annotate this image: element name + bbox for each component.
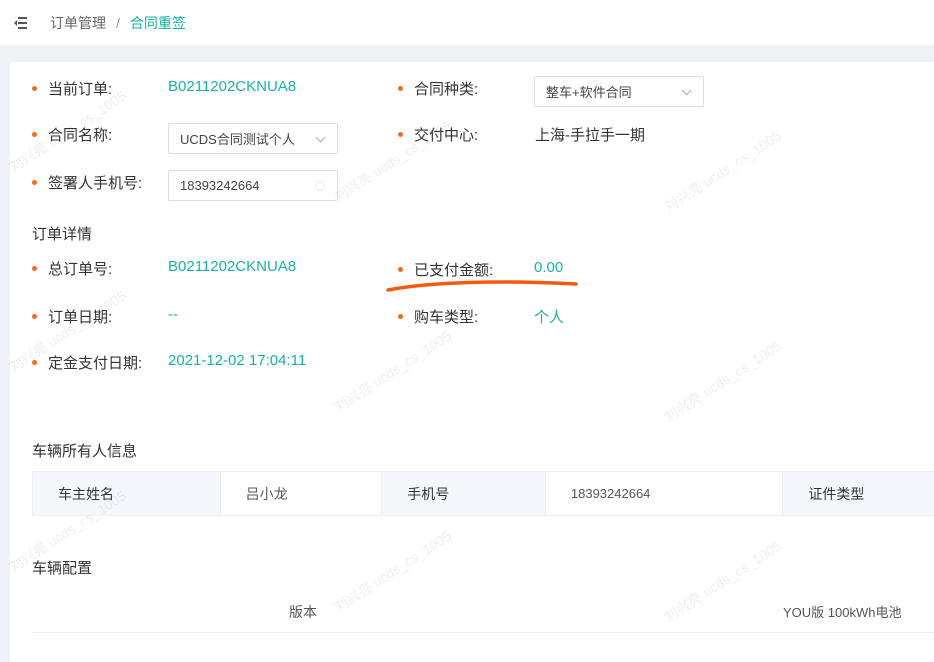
signer-phone-row: 签署人手机号: bbox=[32, 172, 142, 193]
contract-name-select[interactable]: UCDS合同测试个人 bbox=[168, 123, 338, 154]
purchase-type-label: 购车类型: bbox=[414, 309, 479, 326]
bullet-dot bbox=[32, 314, 37, 319]
contract-type-selected-value: 整车+软件合同 bbox=[546, 85, 632, 100]
chevron-down-icon bbox=[681, 85, 692, 96]
current-order-row: 当前订单: bbox=[32, 78, 112, 99]
owner-phone-header: 手机号 bbox=[382, 472, 546, 515]
order-date-label: 订单日期: bbox=[48, 309, 113, 326]
total-order-label: 总订单号: bbox=[48, 261, 113, 278]
signer-phone-label: 签署人手机号: bbox=[48, 175, 143, 192]
bullet-dot bbox=[32, 360, 37, 365]
breadcrumb-current: 合同重签 bbox=[129, 14, 186, 31]
deposit-date-label: 定金支付日期: bbox=[48, 355, 143, 372]
delivery-center-value: 上海-手拉手一期 bbox=[535, 127, 645, 144]
deposit-date-value: 2021-12-02 17:04:11 bbox=[168, 352, 307, 369]
signer-phone-input-value: 18393242664 bbox=[180, 178, 260, 193]
vehicle-config-title: 车辆配置 bbox=[32, 560, 93, 577]
version-value: YOU版 100kWh电池 bbox=[783, 605, 902, 620]
owner-name-value: 吕小龙 bbox=[220, 472, 383, 515]
paid-amount-row: 已支付金额: bbox=[398, 259, 493, 280]
bullet-dot bbox=[32, 266, 37, 271]
menu-collapse-icon[interactable] bbox=[14, 15, 32, 31]
vehicle-config-row: 版本 YOU版 100kWh电池 bbox=[32, 594, 934, 633]
contract-type-label: 合同种类: bbox=[414, 81, 479, 98]
current-order-value: B0211202CKNUA8 bbox=[168, 78, 297, 95]
owner-phone-value: 18393242664 bbox=[545, 472, 784, 515]
owner-name-header: 车主姓名 bbox=[33, 472, 221, 515]
clear-icon[interactable] bbox=[315, 181, 325, 191]
contract-type-row: 合同种类: bbox=[398, 78, 478, 99]
purchase-type-value: 个人 bbox=[534, 309, 565, 326]
contract-name-label: 合同名称: bbox=[48, 127, 113, 144]
bullet-dot bbox=[398, 132, 403, 137]
bullet-dot bbox=[398, 86, 403, 91]
breadcrumb-separator: / bbox=[116, 14, 120, 31]
order-date-value: -- bbox=[168, 306, 178, 323]
bullet-dot bbox=[398, 267, 403, 272]
order-details-title: 订单详情 bbox=[32, 226, 93, 243]
contract-name-selected-value: UCDS合同测试个人 bbox=[180, 132, 295, 147]
deposit-date-row: 定金支付日期: bbox=[32, 352, 142, 373]
bullet-dot bbox=[398, 314, 403, 319]
total-order-value: B0211202CKNUA8 bbox=[168, 258, 297, 275]
owner-info-title: 车辆所有人信息 bbox=[32, 443, 138, 460]
contract-type-select[interactable]: 整车+软件合同 bbox=[534, 76, 704, 107]
bullet-dot bbox=[32, 86, 37, 91]
delivery-center-label: 交付中心: bbox=[414, 127, 479, 144]
id-type-header: 证件类型 bbox=[783, 472, 934, 515]
vehicle-config-next-row bbox=[32, 635, 934, 662]
current-order-label: 当前订单: bbox=[48, 81, 113, 98]
content-panel: 当前订单: B0211202CKNUA8 合同种类: 整车+软件合同 合同名称:… bbox=[10, 62, 934, 662]
paid-amount-label: 已支付金额: bbox=[414, 262, 494, 279]
signer-phone-input[interactable]: 18393242664 bbox=[168, 170, 338, 201]
owner-info-table: 车主姓名 吕小龙 手机号 18393242664 证件类型 bbox=[32, 471, 934, 516]
breadcrumb-order-management[interactable]: 订单管理 bbox=[50, 13, 106, 33]
chevron-down-icon bbox=[315, 132, 326, 143]
contract-name-row: 合同名称: bbox=[32, 124, 112, 145]
paid-amount-value: 0.00 bbox=[534, 259, 564, 276]
bullet-dot bbox=[32, 180, 37, 185]
order-date-row: 订单日期: bbox=[32, 306, 112, 327]
total-order-row: 总订单号: bbox=[32, 258, 112, 279]
delivery-center-row: 交付中心: bbox=[398, 124, 478, 145]
purchase-type-row: 购车类型: bbox=[398, 306, 478, 327]
breadcrumb: 订单管理 / 合同重签 bbox=[50, 13, 186, 33]
top-bar: 订单管理 / 合同重签 bbox=[0, 0, 934, 45]
bullet-dot bbox=[32, 132, 37, 137]
version-label: 版本 bbox=[289, 604, 317, 620]
